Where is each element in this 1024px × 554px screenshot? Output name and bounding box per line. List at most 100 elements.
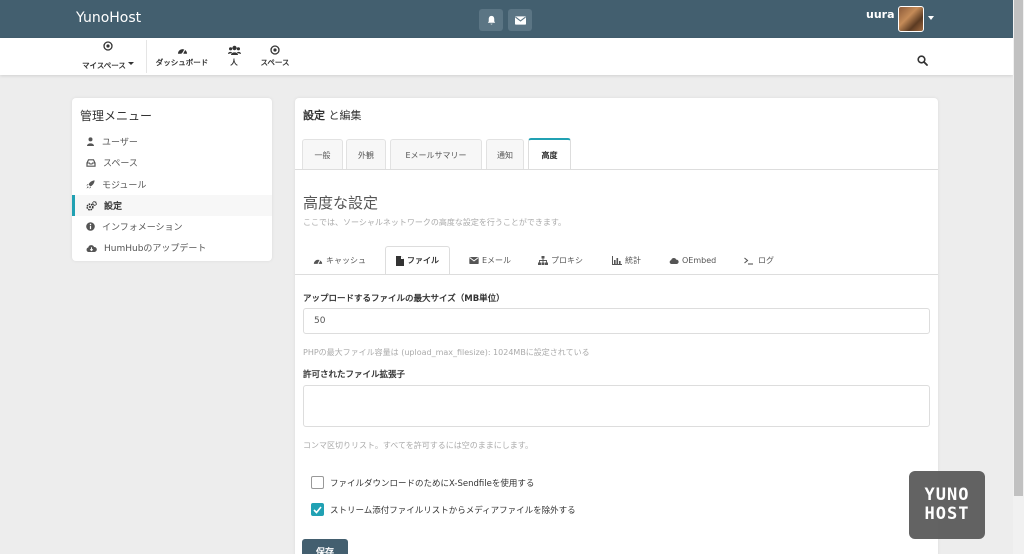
sidebar-item-modules[interactable]: モジュール (72, 174, 272, 195)
subtab-oembed[interactable]: OEmbed (659, 246, 726, 275)
yunohost-logo-line2: HOST (924, 504, 970, 524)
allowed-extensions-textarea[interactable] (303, 385, 930, 427)
terminal-icon (744, 257, 753, 265)
sitemap-icon (538, 256, 548, 265)
section-description: ここでは、ソーシャルネットワークの高度な設定を行うことができます。 (303, 218, 567, 227)
tab-appearance[interactable]: 外観 (346, 139, 386, 170)
subtab-cache[interactable]: キャッシュ (303, 246, 376, 275)
tabs-divider (295, 169, 938, 170)
exclude-media-option[interactable]: ストリーム添付ファイルリストからメディアファイルを除外する (311, 503, 576, 516)
tab-notifications[interactable]: 通知 (486, 139, 524, 170)
sidebar-item-humhub-update[interactable]: HumHubのアップデート (72, 237, 272, 258)
cogs-icon (86, 200, 97, 211)
page-title-bold: 設定 (303, 109, 325, 122)
xsendfile-checkbox[interactable] (311, 476, 324, 489)
page-title-rest: と編集 (325, 109, 362, 122)
yunohost-logo-line1: YUNO (924, 485, 970, 505)
tab-email-summary[interactable]: Eメールサマリー (390, 139, 482, 170)
dot-circle-icon (103, 41, 113, 51)
search-icon (917, 55, 928, 66)
sidebar-item-label: ユーザー (102, 138, 138, 148)
subtab-label: OEmbed (682, 256, 717, 265)
scrollbar-thumb[interactable] (1014, 0, 1023, 496)
subtab-label: ログ (758, 256, 774, 265)
allowed-extensions-help: コンマ区切りリスト。すべてを許可するには空のままにします。 (303, 441, 533, 450)
cloud-download-icon (86, 244, 97, 252)
tab-label: 通知 (497, 150, 513, 160)
tab-label: Eメールサマリー (405, 150, 467, 160)
max-file-size-label: アップロードするファイルの最大サイズ（MB単位） (303, 294, 505, 304)
nav-label: ダッシュボード (155, 57, 209, 67)
chevron-down-icon[interactable] (928, 16, 934, 20)
subtab-proxy[interactable]: プロキシ (528, 246, 593, 275)
admin-menu-title: 管理メニュー (80, 109, 153, 123)
tab-label: 一般 (314, 150, 331, 160)
avatar[interactable] (898, 6, 924, 32)
sidebar-item-settings[interactable]: 設定 (72, 195, 272, 216)
yunohost-portal-button[interactable]: YUNO HOST (909, 471, 985, 539)
nav-item-dashboard[interactable]: ダッシュボード (153, 38, 211, 75)
subtab-statistics[interactable]: 統計 (602, 246, 651, 275)
subtab-label: プロキシ (551, 256, 583, 265)
nav-label: マイスペース (82, 61, 126, 70)
xsendfile-option[interactable]: ファイルダウンロードのためにX-Sendfileを使用する (311, 476, 534, 489)
messages-button[interactable] (508, 9, 532, 31)
subtab-label: ファイル (407, 256, 439, 265)
exclude-media-label: ストリーム添付ファイルリストからメディアファイルを除外する (330, 505, 576, 516)
notifications-button[interactable] (479, 9, 503, 31)
subtab-label: Eメール (482, 256, 512, 265)
dot-circle-icon (270, 45, 280, 55)
rocket-icon (86, 180, 95, 189)
user-name[interactable]: uura (866, 8, 895, 21)
top-bar: YunoHost uura (0, 0, 1013, 38)
subtab-logs[interactable]: ログ (734, 246, 784, 275)
user-icon (87, 137, 94, 146)
exclude-media-checkbox[interactable] (311, 503, 324, 516)
brand-logo[interactable]: YunoHost (76, 10, 141, 26)
page-scrollbar[interactable] (1013, 0, 1024, 554)
max-file-size-help: PHPの最大ファイル容量は (upload_max_filesize): 102… (303, 348, 590, 357)
dashboard-icon (313, 259, 323, 264)
sidebar-item-label: インフォメーション (102, 223, 183, 233)
cloud-icon (669, 258, 679, 264)
nav-item-my-space[interactable]: マイスペース (80, 38, 136, 75)
subtab-label: キャッシュ (326, 256, 366, 265)
tab-label: 外観 (358, 150, 374, 160)
sidebar-item-label: 設定 (104, 202, 123, 212)
nav-label: スペース (260, 58, 290, 67)
sidebar-item-information[interactable]: インフォメーション (72, 216, 272, 237)
settings-panel: 設定 と編集 一般 外観 Eメールサマリー 通知 高度 高度な設定 ここでは、ソ… (295, 98, 938, 554)
save-button[interactable]: 保存 (302, 539, 348, 554)
xsendfile-label: ファイルダウンロードのためにX-Sendfileを使用する (330, 478, 535, 489)
tab-advanced[interactable]: 高度 (528, 138, 571, 170)
tab-general[interactable]: 一般 (302, 139, 343, 170)
page-title: 設定 と編集 (303, 107, 362, 123)
info-circle-icon (86, 222, 95, 231)
tab-label: 高度 (541, 150, 558, 160)
users-icon (227, 45, 241, 55)
admin-menu-panel: 管理メニュー ユーザー スペース モジュール 設定 インフォメーション HumH… (72, 98, 272, 261)
checkmark-icon (313, 505, 322, 514)
bar-chart-icon (612, 256, 622, 265)
bell-icon (487, 15, 495, 24)
subtab-email[interactable]: Eメール (459, 246, 521, 275)
search-button[interactable] (917, 51, 928, 70)
allowed-extensions-label: 許可されたファイル拡張子 (303, 370, 406, 380)
subtabs-divider (295, 274, 938, 275)
envelope-icon (469, 257, 479, 264)
divider (146, 40, 147, 73)
nav-item-people[interactable]: 人 (221, 38, 247, 75)
section-title: 高度な設定 (303, 194, 379, 212)
sidebar-item-spaces[interactable]: スペース (72, 152, 272, 173)
subtab-label: 統計 (625, 256, 641, 265)
file-icon (396, 255, 404, 266)
chevron-down-icon (127, 62, 134, 65)
subtab-files[interactable]: ファイル (385, 246, 450, 275)
nav-item-spaces[interactable]: スペース (257, 38, 293, 75)
main-navigation: マイスペース ダッシュボード 人 スペース (0, 38, 1013, 75)
envelope-icon (514, 15, 526, 25)
sidebar-item-label: HumHubのアップデート (104, 244, 207, 254)
max-file-size-input[interactable]: 50 (303, 308, 930, 334)
sidebar-item-label: モジュール (102, 181, 147, 191)
sidebar-item-users[interactable]: ユーザー (72, 131, 272, 152)
